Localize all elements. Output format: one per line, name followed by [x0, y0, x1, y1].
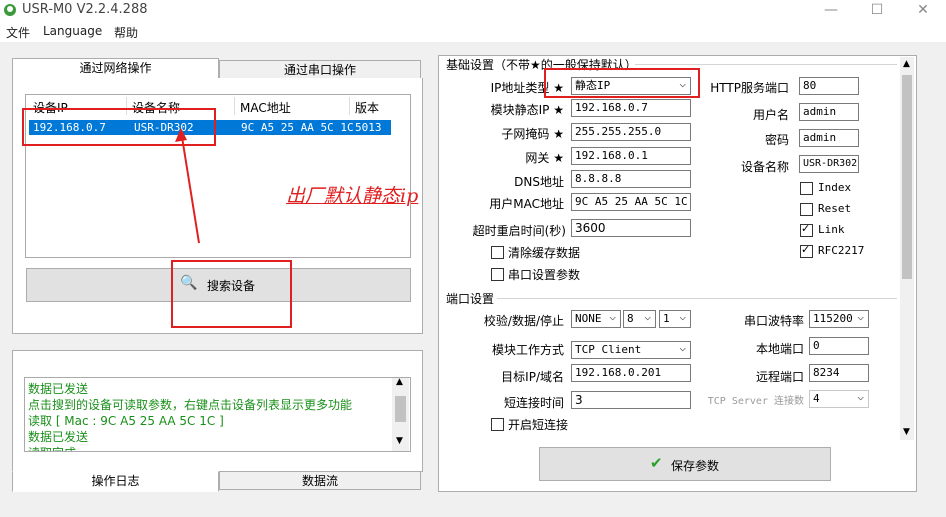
dns-input[interactable]: 8.8.8.8 — [571, 170, 691, 188]
timeout-label: 超时重启时间(秒) — [472, 224, 566, 238]
col-header-mac[interactable]: MAC地址 — [240, 99, 291, 116]
subnet-label: 子网掩码 ★ — [501, 127, 564, 141]
header-separator — [349, 97, 350, 115]
save-button-label: 保存参数 — [671, 459, 720, 473]
parity-select[interactable]: NONE — [571, 310, 621, 328]
index-checkbox[interactable] — [800, 182, 813, 195]
gateway-input[interactable]: 192.168.0.1 — [571, 147, 691, 165]
parity-label: 校验/数据/停止 — [483, 314, 564, 328]
short-conn-input[interactable]: 3 — [571, 391, 691, 409]
mac-label: 用户MAC地址 — [489, 197, 564, 211]
port-settings-title: 端口设置 — [446, 290, 495, 307]
rfc2217-checkbox[interactable] — [800, 243, 813, 258]
log-line: 读取 [ Mac : 9C A5 25 AA 5C 1C ] — [28, 414, 224, 428]
serial-params-label: 串口设置参数 — [508, 268, 581, 282]
enable-short-label: 开启短连接 — [508, 418, 569, 432]
local-port-label: 本地端口 — [755, 342, 804, 356]
index-label: Index — [818, 181, 852, 194]
link-checkbox[interactable] — [800, 222, 813, 237]
stop-bits-select[interactable]: 1 — [659, 310, 691, 328]
dns-label: DNS地址 — [514, 175, 564, 189]
baud-select[interactable]: 115200 — [809, 310, 869, 328]
password-input[interactable]: admin — [799, 129, 859, 147]
log-output: 数据已发送 点击搜到的设备可读取参数，右键点击设备列表显示更多功能 读取 [ M… — [24, 377, 411, 452]
col-header-version[interactable]: 版本 — [355, 99, 379, 116]
tab-data-stream[interactable]: 数据流 — [219, 471, 421, 490]
work-mode-label: 模块工作方式 — [491, 343, 564, 357]
scroll-up-icon[interactable]: ▲ — [396, 378, 403, 387]
log-line: 点击搜到的设备可读取参数，右键点击设备列表显示更多功能 — [28, 398, 353, 412]
data-bits-select[interactable]: 8 — [623, 310, 656, 328]
static-ip-label: 模块静态IP ★ — [490, 103, 564, 117]
header-separator — [234, 97, 235, 115]
remote-port-label: 远程端口 — [755, 370, 804, 384]
local-port-input[interactable]: 0 — [809, 337, 869, 355]
check-icon: ✔ — [650, 454, 663, 472]
tcp-conn-select[interactable]: 4 — [809, 390, 869, 408]
app-icon — [4, 4, 16, 16]
group-divider — [635, 64, 897, 65]
log-line: 读取完成 — [28, 444, 76, 451]
mac-input[interactable]: 9C A5 25 AA 5C 1C — [571, 193, 691, 211]
close-icon[interactable]: ✕ — [900, 0, 946, 22]
remote-port-input[interactable]: 8234 — [809, 364, 869, 382]
tab-operation-log[interactable]: 操作日志 — [12, 471, 219, 492]
menu-language[interactable]: Language — [43, 24, 102, 38]
subnet-input[interactable]: 255.255.255.0 — [571, 123, 691, 141]
highlight-box-ip-type — [544, 68, 700, 98]
tab-network[interactable]: 通过网络操作 — [12, 58, 219, 79]
username-input[interactable]: admin — [799, 103, 859, 121]
reset-label: Reset — [818, 202, 852, 215]
highlight-box-search — [171, 260, 292, 328]
device-name-label: 设备名称 — [740, 160, 789, 174]
enable-short-checkbox[interactable] — [491, 418, 504, 431]
baud-label: 串口波特率 — [743, 314, 804, 328]
short-conn-label: 短连接时间 — [503, 396, 564, 410]
tab-serial[interactable]: 通过串口操作 — [219, 60, 421, 79]
serial-params-checkbox[interactable] — [491, 268, 504, 281]
scroll-down-icon[interactable]: ▼ — [903, 427, 910, 437]
timeout-input[interactable]: 3600 — [571, 219, 691, 237]
group-divider — [497, 298, 897, 299]
clear-cache-checkbox[interactable] — [491, 246, 504, 259]
save-params-button[interactable]: ✔ 保存参数 — [539, 447, 831, 481]
maximize-icon[interactable]: ☐ — [854, 0, 900, 22]
gateway-label: 网关 ★ — [525, 151, 564, 165]
clear-cache-label: 清除缓存数据 — [508, 246, 581, 260]
annotation-arrow — [175, 128, 200, 244]
static-ip-input[interactable]: 192.168.0.7 — [571, 99, 691, 117]
http-port-input[interactable]: 80 — [799, 77, 859, 95]
settings-scrollbar[interactable]: ▲ ▼ — [900, 57, 914, 440]
rfc2217-label: RFC2217 — [818, 244, 865, 257]
minimize-icon[interactable]: — — [808, 0, 854, 22]
target-label: 目标IP/域名 — [501, 370, 564, 384]
cell-version: 5013 — [355, 121, 382, 134]
target-input[interactable]: 192.168.0.201 — [571, 364, 691, 382]
annotation-text: 出厂默认静态ip — [286, 185, 419, 207]
log-line: 数据已发送 — [28, 430, 89, 444]
username-label: 用户名 — [752, 108, 789, 122]
menu-file[interactable]: 文件 — [6, 24, 30, 41]
menu-help[interactable]: 帮助 — [114, 24, 138, 41]
tcp-conn-label: TCP Server 连接数 — [707, 396, 804, 407]
cell-mac: 9C A5 25 AA 5C 1C — [241, 121, 354, 134]
password-label: 密码 — [764, 133, 789, 147]
log-scrollbar[interactable]: ▲ ▼ — [392, 378, 409, 451]
window-title: USR-M0 V2.2.4.288 — [22, 2, 148, 17]
reset-checkbox[interactable] — [800, 203, 813, 216]
work-mode-select[interactable]: TCP Client — [571, 341, 691, 359]
scroll-up-icon[interactable]: ▲ — [903, 59, 910, 69]
log-scroll-thumb[interactable] — [395, 396, 406, 422]
http-port-label: HTTP服务端口 — [710, 81, 789, 95]
scroll-down-icon[interactable]: ▼ — [396, 436, 403, 446]
title-bar: USR-M0 V2.2.4.288 — ☐ ✕ — [0, 0, 946, 22]
device-name-input[interactable]: USR-DR302 — [799, 155, 859, 173]
settings-scroll-thumb[interactable] — [902, 75, 912, 279]
link-label: Link — [818, 223, 845, 236]
menu-bar: 文件 Language 帮助 — [0, 22, 946, 42]
log-line: 数据已发送 — [28, 382, 89, 396]
